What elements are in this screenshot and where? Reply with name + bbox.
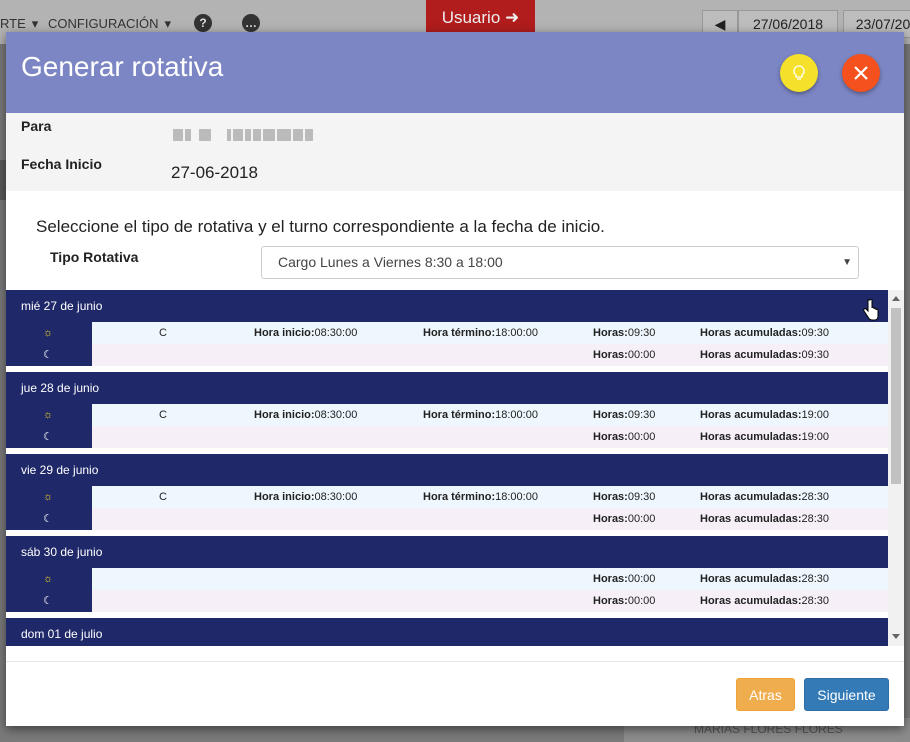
scroll-up-icon[interactable] [892,296,900,301]
moon-icon: ☾ [43,595,53,607]
sun-icon: ☼ [43,327,54,339]
hora-inicio-value: 08:30:00 [314,327,358,339]
horas-value: 00:00 [627,431,656,443]
day-block: vie 29 de junio ☼ C Hora inicio:08:30:00… [6,454,888,536]
schedule-list[interactable]: mié 27 de junio ☼ C Hora inicio:08:30:00… [6,290,888,646]
hora-termino-value: 18:00:00 [495,491,538,503]
horas-acumuladas-value: 28:30 [801,573,830,585]
help-icon: ? [194,14,212,32]
horas-value: 09:30 [627,409,656,421]
hora-termino-value: 18:00:00 [495,409,538,421]
horas-acumuladas-value: 28:30 [801,595,830,607]
back-button[interactable]: Atras [736,678,795,711]
horas-value: 00:00 [627,349,656,361]
shift-code: C [159,409,167,421]
horas-acumuladas-value: 09:30 [801,327,830,339]
day-shift-row[interactable]: ☼ C Hora inicio:08:30:00 Hora término:18… [6,486,888,508]
instruction-text: Seleccione el tipo de rotativa y el turn… [36,217,605,236]
blurred-name [173,127,313,143]
chat-icon: … [242,14,260,32]
day-block: sáb 30 de junio ☼ Horas:00:00 Horas acum… [6,536,888,618]
background-menu-report: RTE ▾ [0,16,39,31]
day-header: dom 01 de julio [6,618,888,646]
shift-code: C [159,491,167,503]
lightbulb-icon [793,65,805,80]
horas-acumuladas-value: 28:30 [801,513,830,525]
day-header: vie 29 de junio [6,454,888,486]
moon-icon: ☾ [43,431,53,443]
para-label: Para [21,118,52,134]
modal-title: Generar rotativa [21,51,224,82]
day-block: mié 27 de junio ☼ C Hora inicio:08:30:00… [6,290,888,372]
hora-inicio-value: 08:30:00 [314,491,358,503]
background-user-button: Usuario ➜ [426,0,535,34]
scroll-thumb[interactable] [891,308,901,484]
sun-icon: ☼ [43,491,54,503]
hora-termino-value: 18:00:00 [495,327,538,339]
tipo-rotativa-selected: Cargo Lunes a Viernes 8:30 a 18:00 [278,254,503,270]
modal-header: Generar rotativa [6,32,904,113]
tipo-rotativa-label: Tipo Rotativa [50,249,139,265]
horas-value: 09:30 [627,327,656,339]
horas-value: 00:00 [627,595,656,607]
modal-info-panel: Para Fecha Inicio 27-06-2018 [6,113,904,191]
close-button[interactable] [842,54,880,92]
next-button[interactable]: Siguiente [804,678,889,711]
modal-footer: Atras Siguiente [6,661,904,726]
horas-acumuladas-value: 28:30 [801,491,830,503]
day-header: mié 27 de junio [6,290,888,322]
day-shift-row[interactable]: ☼ C Hora inicio:08:30:00 Hora término:18… [6,322,888,344]
horas-acumuladas-value: 19:00 [801,409,830,421]
tipo-rotativa-select[interactable]: Cargo Lunes a Viernes 8:30 a 18:00 ▼ [261,246,859,279]
horas-value: 00:00 [627,513,656,525]
generar-rotativa-modal: Generar rotativa Para Fecha Inicio 27-06… [6,32,904,726]
moon-icon: ☾ [43,513,53,525]
horas-value: 09:30 [627,491,656,503]
scroll-down-icon[interactable] [892,634,900,639]
day-block: dom 01 de julio [6,618,888,646]
background-menu-config: CONFIGURACIÓN ▾ [48,16,172,31]
night-shift-row[interactable]: ☾ Horas:00:00 Horas acumuladas:28:30 [6,508,888,530]
horas-value: 00:00 [627,573,656,585]
night-shift-row[interactable]: ☾ Horas:00:00 Horas acumuladas:09:30 [6,344,888,366]
day-header: jue 28 de junio [6,372,888,404]
hora-inicio-value: 08:30:00 [314,409,358,421]
hint-button[interactable] [780,54,818,92]
schedule-scrollbar[interactable] [888,290,904,646]
day-block: jue 28 de junio ☼ C Hora inicio:08:30:00… [6,372,888,454]
fecha-inicio-label: Fecha Inicio [21,156,102,172]
sun-icon: ☼ [43,409,54,421]
day-shift-row[interactable]: ☼ C Hora inicio:08:30:00 Hora término:18… [6,404,888,426]
day-shift-row[interactable]: ☼ Horas:00:00 Horas acumuladas:28:30 [6,568,888,590]
logout-icon: ➜ [505,8,520,27]
day-header: sáb 30 de junio [6,536,888,568]
night-shift-row[interactable]: ☾ Horas:00:00 Horas acumuladas:28:30 [6,590,888,612]
sun-icon: ☼ [43,573,54,585]
chevron-down-icon: ▼ [842,257,852,268]
shift-code: C [159,327,167,339]
moon-icon: ☾ [43,349,53,361]
night-shift-row[interactable]: ☾ Horas:00:00 Horas acumuladas:19:00 [6,426,888,448]
horas-acumuladas-value: 19:00 [801,431,830,443]
hand-cursor-icon [863,299,879,321]
horas-acumuladas-value: 09:30 [801,349,830,361]
fecha-inicio-value: 27-06-2018 [171,163,258,182]
close-icon [854,66,868,80]
